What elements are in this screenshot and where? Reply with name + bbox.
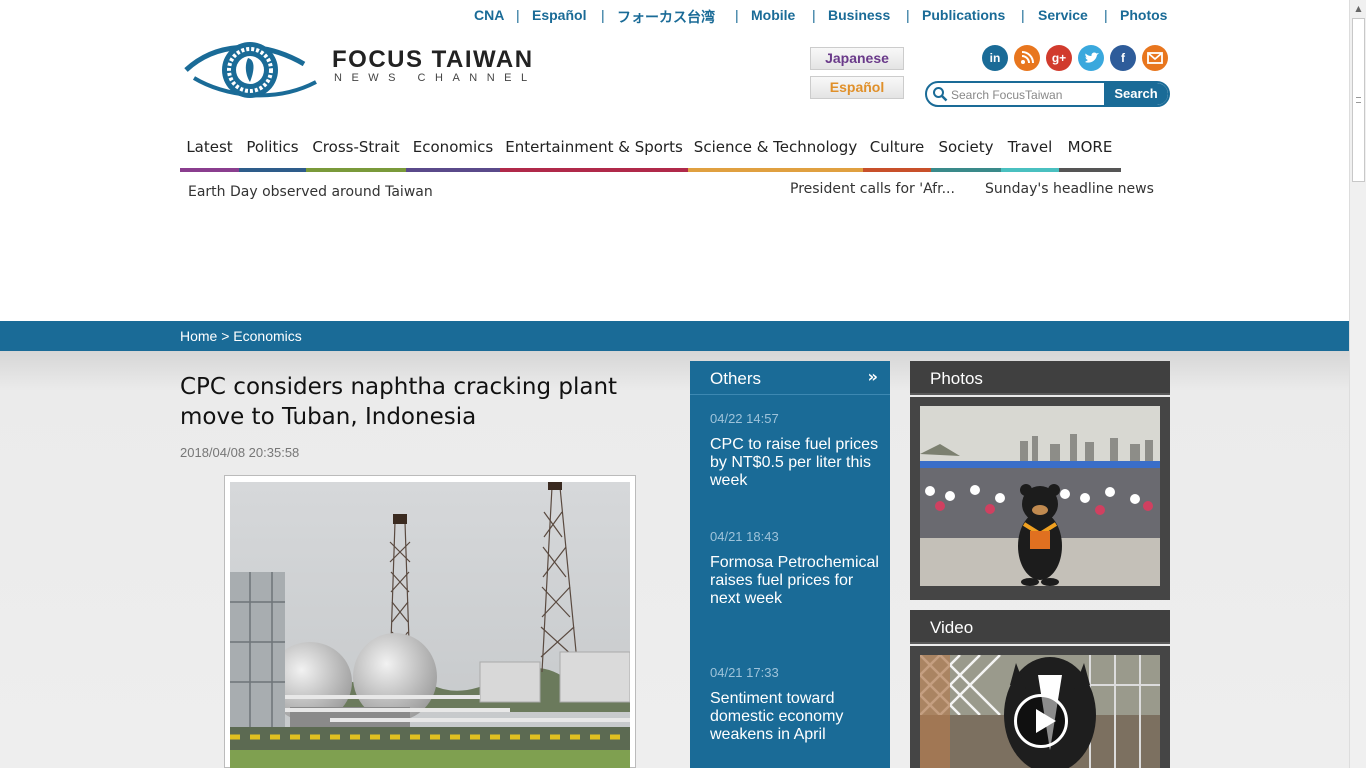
nav-item-society[interactable]: Society bbox=[931, 130, 1001, 172]
breadcrumb-bar: Home > Economics bbox=[0, 321, 1349, 351]
nav-item-label: MORE bbox=[1067, 138, 1113, 156]
others-item-headline[interactable]: Formosa Petrochemical raises fuel prices… bbox=[710, 554, 882, 608]
search-input[interactable] bbox=[951, 86, 1101, 104]
video-title: Video bbox=[930, 618, 974, 637]
ticker-headline-middle[interactable]: President calls for 'Afr... bbox=[790, 181, 955, 197]
nav-color-bar bbox=[1059, 168, 1121, 172]
nav-item-label: Cross-Strait bbox=[312, 138, 400, 156]
spanish-edition-button[interactable]: Español bbox=[810, 76, 904, 99]
others-title: Others bbox=[710, 369, 762, 388]
japanese-edition-button[interactable]: Japanese bbox=[810, 47, 904, 70]
topnav-link-mobile[interactable]: Mobile bbox=[751, 7, 795, 23]
nav-color-bar bbox=[1001, 168, 1059, 172]
nav-color-bar bbox=[306, 168, 406, 172]
others-header[interactable]: Others » bbox=[690, 361, 890, 395]
topnav-separator: | bbox=[735, 7, 739, 23]
logo-subtitle: NEWS CHANNEL bbox=[334, 72, 537, 84]
nav-item-science-technology[interactable]: Science & Technology bbox=[688, 130, 863, 172]
topnav-link-espanol[interactable]: Español bbox=[532, 7, 586, 23]
nav-item-cross-strait[interactable]: Cross-Strait bbox=[306, 130, 406, 172]
search-box: Search bbox=[925, 81, 1170, 107]
ticker-headline-left[interactable]: Earth Day observed around Taiwan bbox=[188, 184, 433, 200]
nav-item-entertainment-sports[interactable]: Entertainment & Sports bbox=[500, 130, 688, 172]
twitter-icon[interactable] bbox=[1078, 45, 1104, 71]
top-utility-nav: CNA | Español | フォーカス台湾 | Mobile | Busin… bbox=[0, 7, 1349, 27]
email-icon[interactable] bbox=[1142, 45, 1168, 71]
nav-item-label: Culture bbox=[869, 138, 925, 156]
nav-item-economics[interactable]: Economics bbox=[406, 130, 500, 172]
vertical-scrollbar[interactable]: ▲ bbox=[1349, 0, 1366, 768]
others-item-headline[interactable]: CPC to raise fuel prices by NT$0.5 per l… bbox=[710, 436, 882, 490]
nav-color-bar bbox=[688, 168, 863, 172]
topnav-link-focus-taiwan-jp[interactable]: フォーカス台湾 bbox=[617, 7, 715, 27]
site-logo[interactable]: FOCUS TAIWAN NEWS CHANNEL bbox=[184, 38, 534, 104]
search-button[interactable]: Search bbox=[1104, 83, 1168, 105]
nav-item-latest[interactable]: Latest bbox=[180, 130, 239, 172]
refinery-photo bbox=[230, 482, 630, 768]
scroll-up-arrow-icon[interactable]: ▲ bbox=[1350, 0, 1366, 17]
scrollbar-thumb[interactable] bbox=[1352, 18, 1365, 182]
others-item-time: 04/21 18:43 bbox=[710, 529, 779, 544]
topnav-separator: | bbox=[1104, 7, 1108, 23]
nav-color-bar bbox=[406, 168, 500, 172]
article-photo[interactable] bbox=[224, 475, 636, 768]
play-triangle bbox=[1036, 709, 1056, 733]
nav-item-politics[interactable]: Politics bbox=[239, 130, 306, 172]
nav-color-bar bbox=[931, 168, 1001, 172]
play-video-icon[interactable] bbox=[1014, 694, 1068, 748]
photos-header[interactable]: Photos bbox=[910, 361, 1170, 395]
nav-color-bar bbox=[863, 168, 931, 172]
topnav-separator: | bbox=[601, 7, 605, 23]
nav-color-bar bbox=[180, 168, 239, 172]
topnav-link-business[interactable]: Business bbox=[828, 7, 890, 23]
topnav-separator: | bbox=[516, 7, 520, 23]
linkedin-icon[interactable]: in bbox=[982, 45, 1008, 71]
topnav-link-photos[interactable]: Photos bbox=[1120, 7, 1167, 23]
photos-panel bbox=[910, 397, 1170, 600]
breadcrumb[interactable]: Home > Economics bbox=[180, 328, 302, 344]
nav-item-label: Society bbox=[938, 138, 994, 156]
nav-item-travel[interactable]: Travel bbox=[1001, 130, 1059, 172]
others-item-time: 04/21 17:33 bbox=[710, 665, 779, 680]
nav-item-label: Economics bbox=[412, 138, 494, 156]
video-header[interactable]: Video bbox=[910, 610, 1170, 644]
double-chevron-right-icon[interactable]: » bbox=[868, 367, 878, 386]
nav-item-label: Latest bbox=[186, 138, 233, 156]
ticker-headline-right[interactable]: Sunday's headline news bbox=[985, 181, 1154, 197]
article-title: CPC considers naphtha cracking plant mov… bbox=[180, 374, 618, 430]
search-icon bbox=[933, 87, 948, 102]
eye-logo-icon bbox=[184, 42, 317, 98]
google-plus-icon[interactable]: g+ bbox=[1046, 45, 1072, 71]
photos-title: Photos bbox=[930, 369, 983, 388]
nav-item-label: Politics bbox=[246, 138, 299, 156]
nav-color-bar bbox=[500, 168, 688, 172]
others-item-headline[interactable]: Sentiment toward domestic economy weaken… bbox=[710, 690, 882, 744]
logo-title: FOCUS TAIWAN bbox=[332, 46, 534, 73]
nav-item-label: Science & Technology bbox=[693, 138, 858, 156]
article-date: 2018/04/08 20:35:58 bbox=[180, 445, 300, 460]
facebook-icon[interactable]: f bbox=[1110, 45, 1136, 71]
scrollbar-grip bbox=[1356, 97, 1361, 103]
topnav-separator: | bbox=[1021, 7, 1025, 23]
nav-item-label: Entertainment & Sports bbox=[505, 138, 683, 156]
others-item-time: 04/22 14:57 bbox=[710, 411, 779, 426]
topnav-separator: | bbox=[906, 7, 910, 23]
nav-item-more[interactable]: MORE bbox=[1059, 130, 1121, 172]
topnav-link-service[interactable]: Service bbox=[1038, 7, 1088, 23]
earth-day-photo[interactable] bbox=[920, 406, 1160, 586]
nav-item-culture[interactable]: Culture bbox=[863, 130, 931, 172]
nav-color-bar bbox=[239, 168, 306, 172]
others-panel: Others » 04/22 14:57 CPC to raise fuel p… bbox=[690, 361, 890, 768]
topnav-link-cna[interactable]: CNA bbox=[474, 7, 504, 23]
topnav-link-publications[interactable]: Publications bbox=[922, 7, 1005, 23]
rss-icon[interactable] bbox=[1014, 45, 1040, 71]
topnav-separator: | bbox=[812, 7, 816, 23]
nav-item-label: Travel bbox=[1007, 138, 1053, 156]
